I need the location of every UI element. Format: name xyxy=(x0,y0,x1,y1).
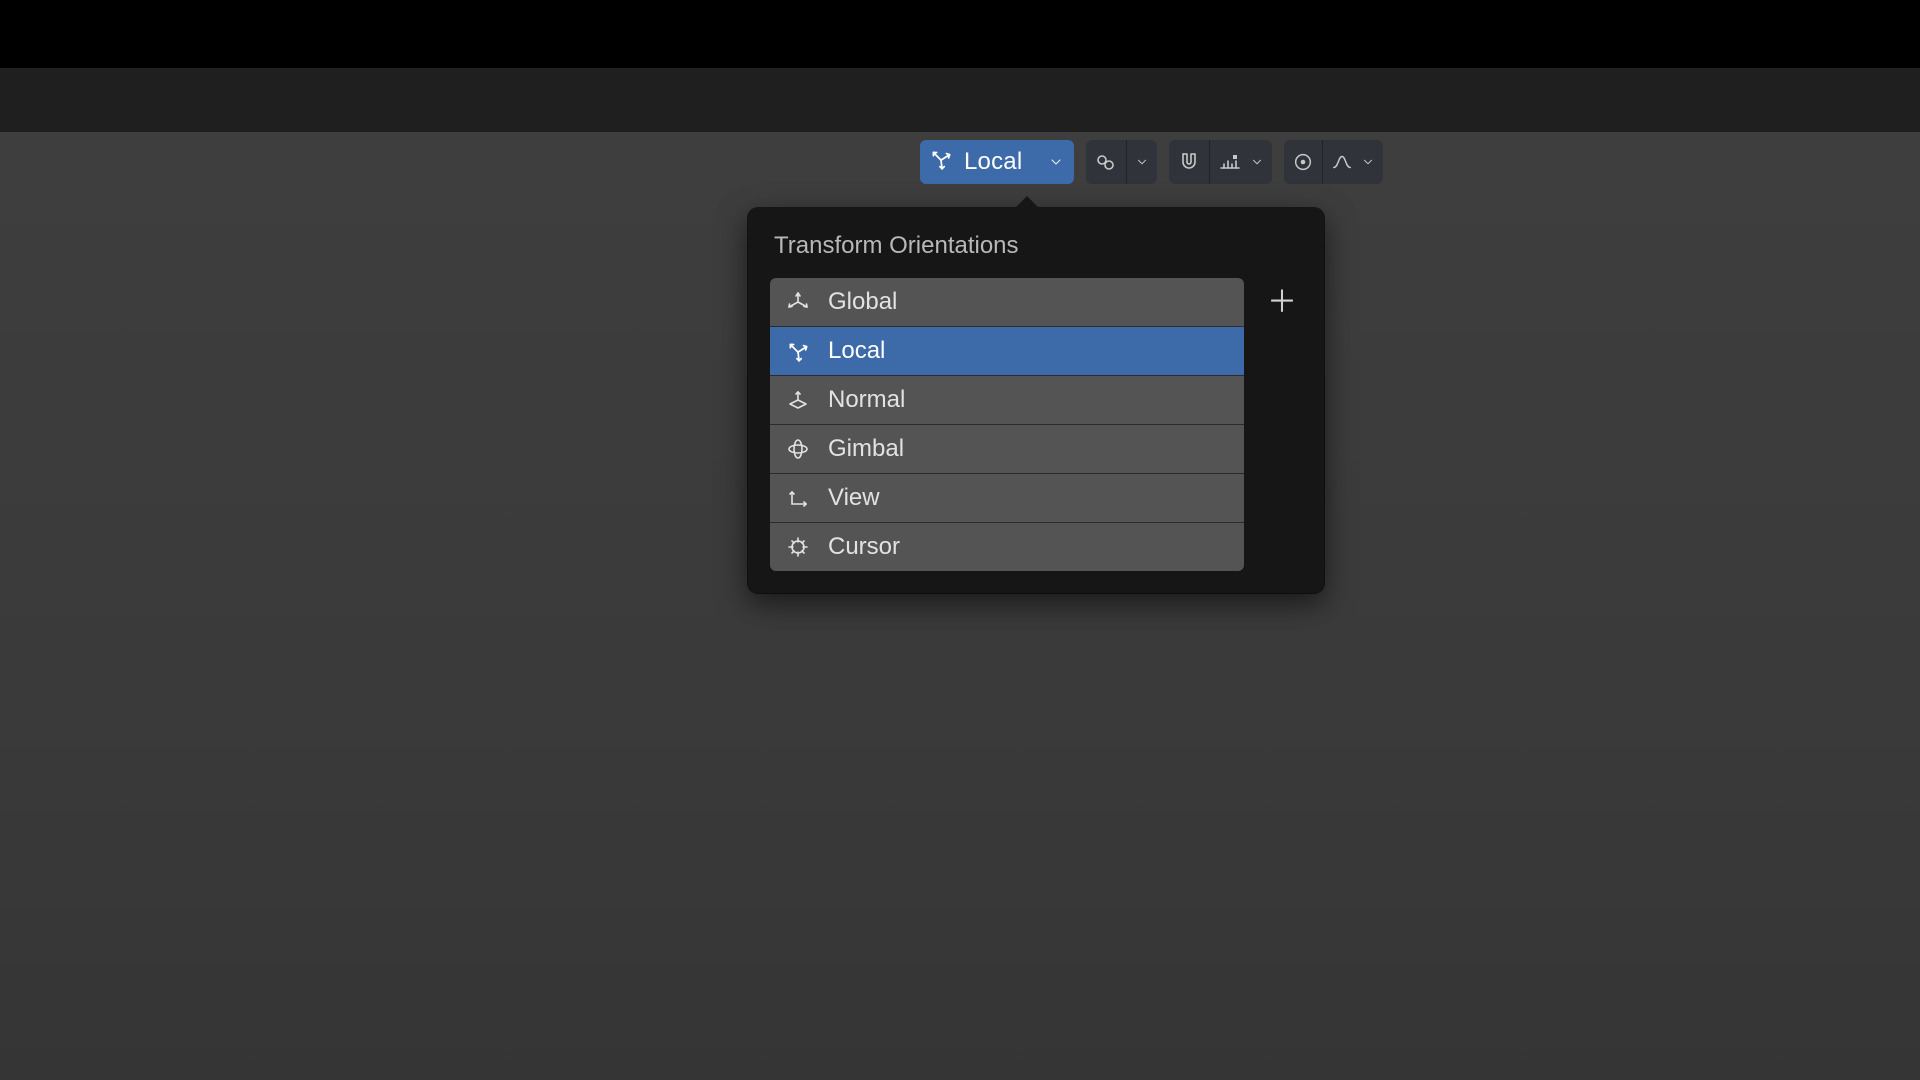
window-chrome-top xyxy=(0,0,1920,68)
option-label: Local xyxy=(828,337,885,365)
proportional-editing-toggle[interactable] xyxy=(1284,140,1322,184)
orientation-option-gimbal[interactable]: Gimbal xyxy=(770,425,1244,474)
local-axes-icon xyxy=(928,146,954,179)
magnet-icon xyxy=(1177,150,1201,174)
snapping-controls xyxy=(1169,140,1272,184)
transform-orientations-popover: Transform Orientations Global xyxy=(748,208,1324,593)
snap-increment-icon xyxy=(1218,150,1242,174)
transform-orientation-label: Local xyxy=(962,148,1028,176)
local-axes-icon xyxy=(784,338,812,364)
proportional-editing-controls xyxy=(1284,140,1383,184)
app-header-bar xyxy=(0,68,1920,132)
chevron-down-icon xyxy=(1135,155,1149,169)
option-label: Normal xyxy=(828,386,905,414)
pivot-median-icon xyxy=(1094,150,1118,174)
orientation-option-cursor[interactable]: Cursor xyxy=(770,523,1244,571)
option-label: Global xyxy=(828,288,897,316)
orientation-option-normal[interactable]: Normal xyxy=(770,376,1244,425)
global-axes-icon xyxy=(784,290,812,314)
orientation-option-local[interactable]: Local xyxy=(770,327,1244,376)
add-orientation-button[interactable]: ＋ xyxy=(1267,288,1297,318)
snap-element-dropdown[interactable] xyxy=(1209,140,1272,184)
orientation-option-global[interactable]: Global xyxy=(770,278,1244,327)
viewport-header-controls: Local xyxy=(920,140,1383,184)
snap-toggle[interactable] xyxy=(1169,140,1209,184)
cursor-axes-icon xyxy=(784,535,812,559)
gimbal-axes-icon xyxy=(784,437,812,461)
proportional-falloff-dropdown[interactable] xyxy=(1322,140,1383,184)
orientation-option-view[interactable]: View xyxy=(770,474,1244,523)
transform-orientation-dropdown[interactable]: Local xyxy=(920,140,1074,184)
pivot-point-dropdown[interactable] xyxy=(1086,140,1157,184)
chevron-down-icon xyxy=(1250,155,1264,169)
chevron-down-icon xyxy=(1361,155,1375,169)
proportional-editing-icon xyxy=(1292,151,1314,173)
viewport-3d[interactable]: Local xyxy=(0,132,1920,1080)
option-label: View xyxy=(828,484,880,512)
chevron-down-icon xyxy=(1036,154,1064,170)
view-axes-icon xyxy=(784,486,812,510)
normal-axes-icon xyxy=(784,388,812,412)
popover-title: Transform Orientations xyxy=(774,232,1298,260)
orientation-options-list: Global Local xyxy=(770,278,1244,571)
option-label: Cursor xyxy=(828,533,900,561)
option-label: Gimbal xyxy=(828,435,904,463)
falloff-smooth-icon xyxy=(1331,151,1353,173)
